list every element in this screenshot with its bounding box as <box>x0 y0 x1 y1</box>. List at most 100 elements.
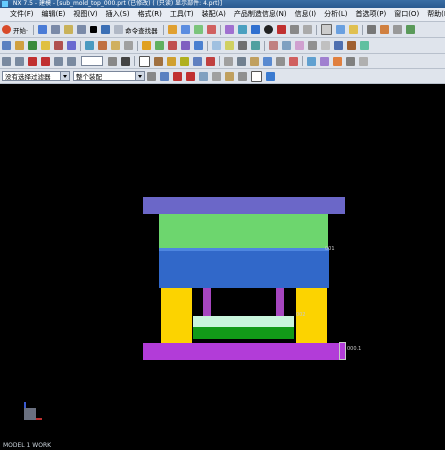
block-icon[interactable] <box>85 41 94 50</box>
component-icon[interactable] <box>307 56 316 66</box>
command-finder-icon[interactable] <box>114 25 124 34</box>
wave-icon[interactable] <box>333 56 342 66</box>
mid-point-icon[interactable] <box>199 71 208 81</box>
fx-icon[interactable] <box>15 41 24 50</box>
snap-point-icon[interactable] <box>173 71 182 81</box>
unite-icon[interactable] <box>142 41 151 50</box>
step-forward-icon[interactable] <box>41 56 50 66</box>
explode-icon[interactable] <box>289 56 298 66</box>
menu-item[interactable]: 视图(V) <box>69 8 101 21</box>
render-style-icon[interactable] <box>263 25 273 34</box>
start-button-label[interactable]: 开始· <box>13 25 28 35</box>
hole-icon[interactable] <box>251 41 260 50</box>
cylinder-icon[interactable] <box>98 41 107 50</box>
hide-icon[interactable] <box>302 25 312 34</box>
menu-item[interactable]: 窗口(O) <box>390 8 423 21</box>
graphics-viewport[interactable]: 001 002 000.1 <box>0 84 445 440</box>
ejector-plate[interactable] <box>193 327 294 339</box>
extrude-icon[interactable] <box>193 25 203 34</box>
sketch-tool-icon[interactable] <box>2 41 11 50</box>
left-spacer-block[interactable] <box>161 288 192 343</box>
navigator-icon[interactable] <box>346 56 355 66</box>
center-point-icon[interactable] <box>212 71 221 81</box>
menu-item[interactable]: 首选项(P) <box>352 8 391 21</box>
intersection-icon[interactable] <box>238 71 247 81</box>
pencil-icon[interactable] <box>180 56 189 66</box>
select-all-icon[interactable] <box>160 71 169 81</box>
delete-icon[interactable] <box>90 26 98 33</box>
menu-item[interactable]: 工具(T) <box>166 8 198 21</box>
copy-icon[interactable] <box>64 25 74 34</box>
save-icon[interactable] <box>38 25 48 34</box>
thread-icon[interactable] <box>295 41 304 50</box>
top-clamp-plate[interactable] <box>143 197 345 214</box>
axis-icon[interactable] <box>54 41 63 50</box>
target-icon[interactable] <box>206 56 215 66</box>
sync-icon[interactable] <box>334 41 343 50</box>
menu-item[interactable]: 信息(I) <box>291 8 321 21</box>
frame-input[interactable] <box>81 56 103 66</box>
bottom-clamp-plate[interactable] <box>143 343 345 360</box>
pattern-icon[interactable] <box>269 41 278 50</box>
gear-icon[interactable] <box>193 56 202 66</box>
constraint-icon[interactable] <box>276 56 285 66</box>
reference-icon[interactable] <box>320 56 329 66</box>
intersect-icon[interactable] <box>168 41 177 50</box>
add-icon[interactable] <box>139 55 150 67</box>
menu-item[interactable]: 装配(A) <box>198 8 230 21</box>
sphere-icon[interactable] <box>124 41 133 50</box>
view-icon[interactable] <box>237 56 246 66</box>
offset-face-icon[interactable] <box>212 41 221 50</box>
ejector-retainer-plate[interactable] <box>193 316 294 327</box>
cone-icon[interactable] <box>111 41 120 50</box>
mirror-icon[interactable] <box>282 41 291 50</box>
paste-icon[interactable] <box>77 25 87 34</box>
command-finder-label[interactable]: 命令查找器 <box>125 25 158 35</box>
csys-icon[interactable] <box>67 41 76 50</box>
menu-item[interactable]: 帮助(H) <box>423 8 445 21</box>
chevron-down-icon[interactable] <box>60 72 69 80</box>
first-frame-icon[interactable] <box>2 56 11 66</box>
start-icon[interactable] <box>2 25 11 34</box>
settings-icon[interactable] <box>359 56 368 66</box>
plane-icon[interactable] <box>41 41 50 50</box>
menu-item[interactable]: 产品制造信息(N) <box>230 8 291 21</box>
orient-icon[interactable] <box>335 25 345 34</box>
more-icon[interactable] <box>392 25 402 34</box>
tool-icon[interactable] <box>250 56 259 66</box>
move-face-icon[interactable] <box>347 41 356 50</box>
sketch-icon[interactable] <box>180 25 190 34</box>
b-plate[interactable] <box>159 251 329 288</box>
right-support-pillar[interactable] <box>276 288 284 316</box>
undo-icon[interactable] <box>101 25 111 34</box>
chevron-down-icon[interactable] <box>135 72 144 80</box>
menu-item[interactable]: 分析(L) <box>320 8 351 21</box>
shaded-view-icon[interactable] <box>250 25 260 34</box>
step-back-icon[interactable] <box>15 56 24 66</box>
flag-icon[interactable] <box>154 56 163 66</box>
menu-item[interactable]: 格式(R) <box>134 8 166 21</box>
assembly-scope-select[interactable]: 整个装配 <box>73 71 145 81</box>
trim-body-icon[interactable] <box>181 41 190 50</box>
stop-icon[interactable] <box>67 56 76 66</box>
left-support-pillar[interactable] <box>203 288 211 316</box>
mold-icon[interactable] <box>405 25 415 34</box>
solid-icon[interactable] <box>266 71 275 81</box>
menu-item[interactable]: 插入(S) <box>102 8 134 21</box>
play-icon[interactable] <box>28 56 37 66</box>
section-icon[interactable] <box>276 25 286 34</box>
pointer-icon[interactable] <box>167 56 176 66</box>
selection-filter-select[interactable]: 没有选择过滤器 <box>2 71 70 81</box>
menu-item[interactable]: 文件(F) <box>6 8 38 21</box>
grid-icon[interactable] <box>366 25 376 34</box>
cut-icon[interactable] <box>51 25 61 34</box>
layout-icon[interactable] <box>320 24 332 35</box>
replace-face-icon[interactable] <box>360 41 369 50</box>
subtract-icon[interactable] <box>155 41 164 50</box>
chamfer-icon[interactable] <box>237 25 247 34</box>
assembly-icon[interactable] <box>263 56 272 66</box>
draft-icon[interactable] <box>225 41 234 50</box>
filter-icon[interactable] <box>147 71 156 81</box>
split-icon[interactable] <box>194 41 203 50</box>
existing-point-icon[interactable] <box>251 70 262 82</box>
